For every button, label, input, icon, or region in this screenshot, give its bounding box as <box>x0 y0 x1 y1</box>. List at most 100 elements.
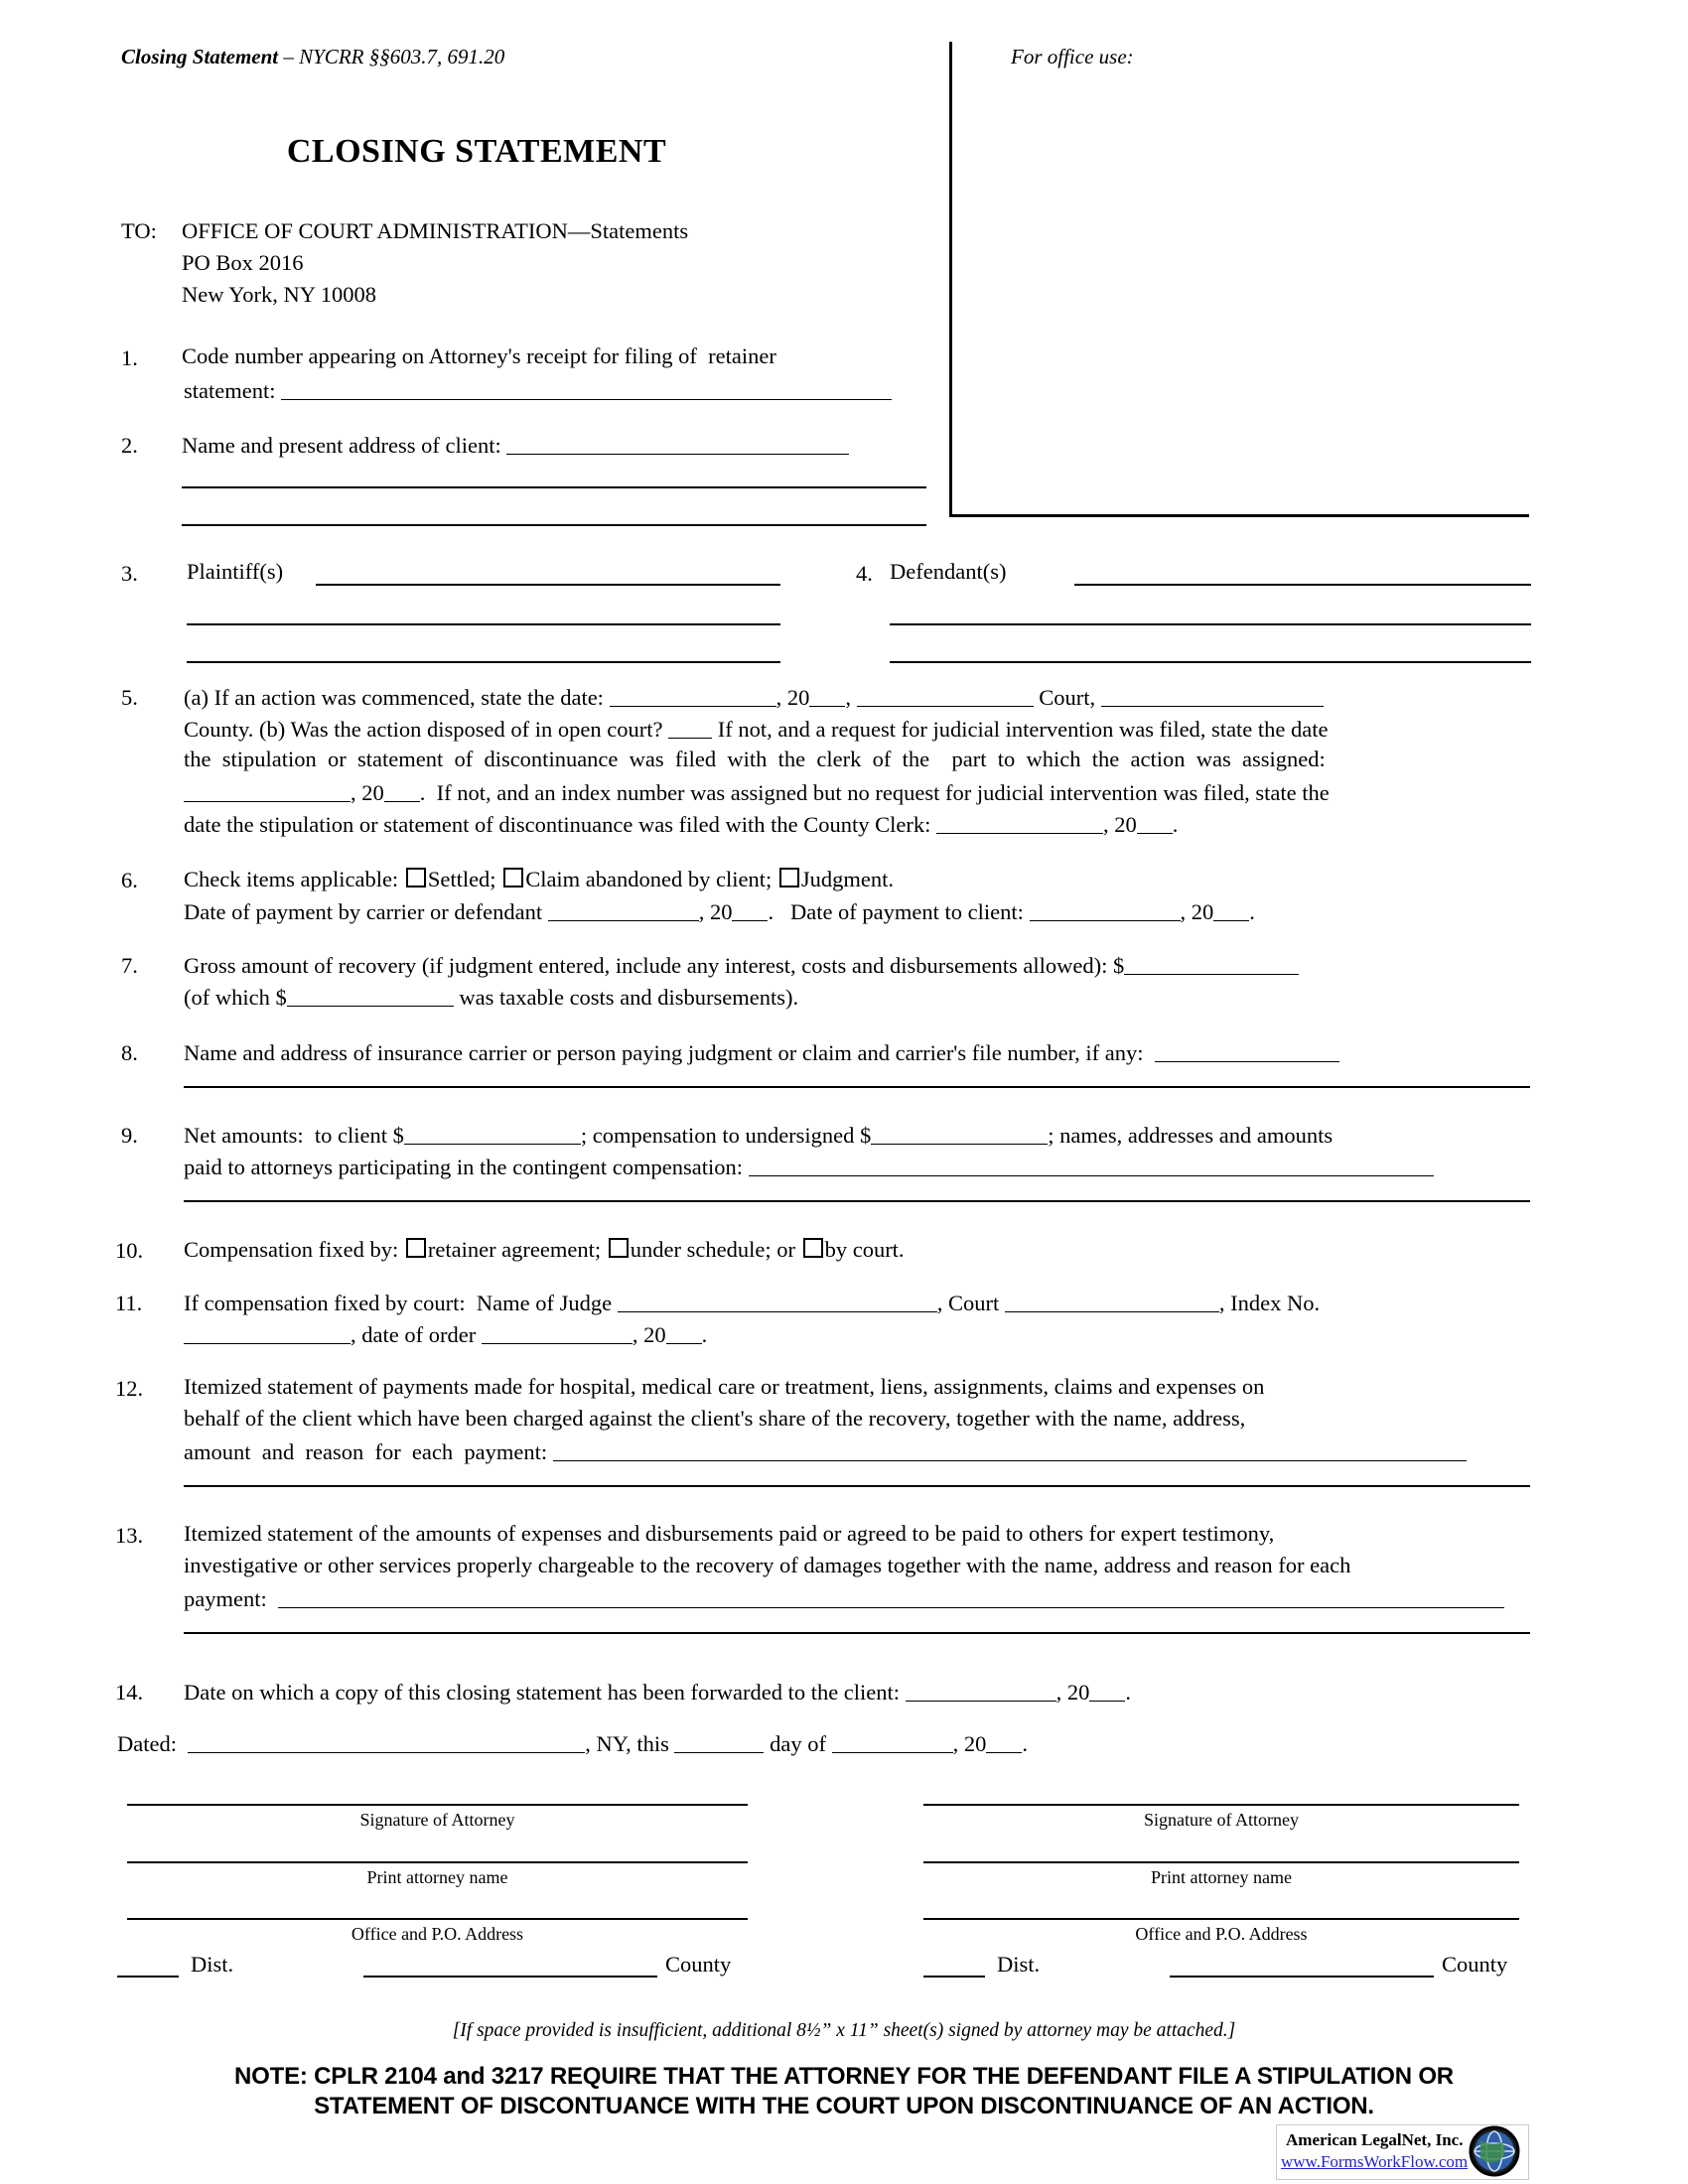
left-print-name-field[interactable] <box>127 1861 748 1864</box>
item-4-label: Defendant(s) <box>890 559 1007 584</box>
left-signature-field[interactable] <box>127 1804 748 1807</box>
item-12-payment-detail-field[interactable] <box>552 1439 1467 1462</box>
checkbox-claim-abandoned-label: Claim abandoned by client; <box>525 867 777 891</box>
item-2-line-1: Name and present address of client: <box>182 433 850 459</box>
item-13-payment-detail-field-2[interactable] <box>184 1632 1530 1634</box>
item-5-county-clerk-date-field[interactable] <box>935 812 1103 835</box>
item-14-forwarded-date-field[interactable] <box>905 1680 1056 1703</box>
item-12-line-1: Itemized statement of payments made for … <box>184 1374 1265 1399</box>
item-7-taxable-costs-field[interactable] <box>286 985 454 1008</box>
item-14-year-prefix: , 20 <box>1055 1680 1090 1706</box>
item-8-carrier-file-number-field[interactable] <box>1154 1040 1339 1063</box>
item-3-plaintiff-field-2[interactable] <box>187 623 780 625</box>
item-5-commence-date-field[interactable] <box>609 685 776 708</box>
item-3-label: Plaintiff(s) <box>187 559 284 584</box>
item-9-paid-attorneys-field-2[interactable] <box>184 1200 1530 1202</box>
checkbox-claim-abandoned[interactable] <box>503 868 524 887</box>
item-2-client-name-field[interactable] <box>506 433 850 456</box>
dated-year-field[interactable] <box>986 1731 1023 1754</box>
item-9-net-to-client-field[interactable] <box>403 1123 581 1146</box>
right-office-address-field[interactable] <box>923 1918 1519 1921</box>
item-9-compensation-undersigned-field[interactable] <box>871 1123 1049 1146</box>
item-7-of-which-label: (of which $ <box>184 985 287 1011</box>
item-13-payment-detail-field[interactable] <box>277 1586 1504 1609</box>
item-13-payment-label: payment: <box>184 1586 278 1612</box>
item-5-open-court-field[interactable] <box>668 717 713 740</box>
right-county-field[interactable] <box>1170 1976 1434 1978</box>
item-5-line-5: date the stipulation or statement of dis… <box>184 812 1178 837</box>
item-11-year-prefix: , 20 <box>632 1322 666 1348</box>
item-6-client-year-field[interactable] <box>1213 899 1250 922</box>
dated-day-field[interactable] <box>674 1731 765 1754</box>
item-6-carrier-payment-date-field[interactable] <box>547 899 699 922</box>
right-dist-field[interactable] <box>923 1976 985 1978</box>
item-5-line-4-text: . If not, and an index number was assign… <box>419 780 1330 806</box>
item-14-year-field[interactable] <box>1089 1680 1126 1703</box>
item-11-judge-name-field[interactable] <box>617 1291 937 1313</box>
item-4-defendant-field-3[interactable] <box>890 661 1531 663</box>
item-7-line-1: Gross amount of recovery (if judgment en… <box>184 953 1300 978</box>
item-5-year-field-2[interactable] <box>383 780 420 803</box>
item-11-court-field[interactable] <box>1004 1291 1219 1313</box>
item-5-stipulation-date-field[interactable] <box>184 780 351 803</box>
item-5-year-field[interactable] <box>809 685 846 708</box>
checkbox-judgment-label: Judgment. <box>800 867 894 891</box>
left-dist-field[interactable] <box>117 1976 179 1978</box>
item-5-year-field-3[interactable] <box>1136 812 1173 835</box>
item-10-line-1: Compensation fixed by: retainer agreemen… <box>184 1238 905 1262</box>
dated-day-of-label: day of <box>764 1731 832 1757</box>
item-4-defendant-field-2[interactable] <box>890 623 1531 625</box>
item-11-index-no-field[interactable] <box>184 1322 351 1345</box>
right-print-name-field[interactable] <box>923 1861 1519 1864</box>
item-2-address-field-line-3[interactable] <box>182 524 926 526</box>
left-signature-caption: Signature of Attorney <box>359 1810 515 1830</box>
item-3-plaintiff-field-1[interactable] <box>316 584 780 586</box>
item-13-number: 13. <box>115 1523 144 1548</box>
item-2-address-field-line-2[interactable] <box>182 486 926 488</box>
item-3-plaintiff-field-3[interactable] <box>187 661 780 663</box>
item-7-gross-amount-field[interactable] <box>1124 953 1300 976</box>
item-5-court-label: Court, <box>1033 685 1101 711</box>
item-6-carrier-year-field[interactable] <box>732 899 769 922</box>
item-6-line-2: Date of payment by carrier or defendant … <box>184 899 1255 924</box>
checkbox-retainer-agreement[interactable] <box>405 1238 426 1258</box>
item-1-line-2: statement: <box>184 378 893 403</box>
item-12-line-2: behalf of the client which have been cha… <box>184 1406 1246 1431</box>
item-6-year-prefix-2: , 20 <box>1180 899 1214 925</box>
item-6-carrier-payment-label: Date of payment by carrier or defendant <box>184 899 548 925</box>
item-4-defendant-field-1[interactable] <box>1074 584 1531 586</box>
dated-period: . <box>1022 1731 1028 1757</box>
item-11-period: . <box>701 1322 708 1348</box>
cplr-note-line-2: STATEMENT OF DISCONTUANCE WITH THE COURT… <box>314 2093 1374 2119</box>
left-county-field[interactable] <box>363 1976 657 1978</box>
item-12-amount-reason-label: amount and reason for each payment: <box>184 1439 553 1465</box>
item-5-year-prefix-2: , 20 <box>351 780 384 806</box>
item-11-date-of-order-field[interactable] <box>481 1322 633 1345</box>
checkbox-judgment[interactable] <box>778 868 799 887</box>
item-11-year-field[interactable] <box>665 1322 702 1345</box>
checkbox-settled[interactable] <box>405 868 426 887</box>
left-office-address-caption: Office and P.O. Address <box>351 1924 524 1944</box>
item-11-judge-label: If compensation fixed by court: Name of … <box>184 1291 618 1316</box>
item-9-paid-attorneys-field[interactable] <box>748 1155 1434 1177</box>
dated-ny-label: , NY, this <box>585 1731 675 1757</box>
item-5-county-field[interactable] <box>1100 685 1324 708</box>
right-signature-field[interactable] <box>923 1804 1519 1807</box>
item-8-carrier-address-field[interactable] <box>184 1086 1530 1088</box>
left-county-label: County <box>665 1952 732 1977</box>
item-1-code-number-field[interactable] <box>281 378 893 401</box>
insufficient-space-note: [If space provided is insufficient, addi… <box>452 2020 1236 2041</box>
dated-place-field[interactable] <box>188 1731 586 1754</box>
item-5-court-name-field[interactable] <box>856 685 1034 708</box>
checkbox-under-schedule[interactable] <box>608 1238 629 1258</box>
left-print-name-caption: Print attorney name <box>366 1867 508 1887</box>
item-9-line-1: Net amounts: to client $ ; compensation t… <box>184 1123 1333 1148</box>
item-6-client-payment-date-field[interactable] <box>1029 899 1181 922</box>
item-2-label: Name and present address of client: <box>182 433 507 459</box>
checkbox-by-court[interactable] <box>802 1238 823 1258</box>
dated-line: Dated: , NY, this day of , 20. <box>117 1731 1028 1756</box>
item-12-payment-detail-field-2[interactable] <box>184 1485 1530 1487</box>
legalnet-url[interactable]: www.FormsWorkFlow.com <box>1281 2152 1468 2172</box>
left-office-address-field[interactable] <box>127 1918 748 1921</box>
dated-month-field[interactable] <box>831 1731 953 1754</box>
